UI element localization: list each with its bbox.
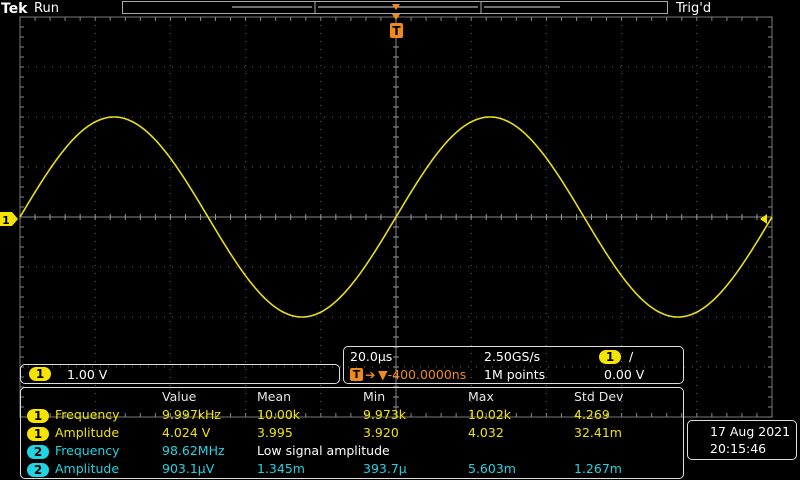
measurement-min: 9.973k — [363, 407, 407, 422]
channel-badge: 2 — [27, 463, 49, 477]
trigger-source-badge: 1 — [599, 350, 621, 364]
record-length: 1M points — [484, 367, 546, 382]
sample-rate: 2.50GS/s — [484, 349, 541, 364]
measurement-name: Frequency — [55, 443, 120, 458]
measurement-std: 32.41m — [574, 425, 622, 440]
timebase-panel[interactable]: 20.0µs 2.50GS/s 1 ∕ T ➔ ▼-400.0000ns 1M … — [343, 346, 684, 384]
horizontal-scale: 20.0µs — [350, 349, 393, 364]
measurement-mean: 1.345m — [257, 461, 305, 476]
header-max: Max — [468, 389, 494, 404]
header-value: Value — [162, 389, 197, 404]
measurement-std: 1.267m — [574, 461, 622, 476]
channel-1-scale-panel[interactable]: 1 1.00 V — [20, 364, 340, 384]
measurement-name: Amplitude — [55, 425, 120, 440]
measurement-value: 4.024 V — [162, 425, 211, 440]
channel-1-marker: 1 — [0, 212, 18, 227]
measurement-std: 4.269 — [574, 407, 610, 422]
trigger-arrow-icon: ➔ — [365, 367, 376, 382]
measurements-panel[interactable]: Value Mean Min Max Std Dev 1 Frequency 9… — [20, 387, 684, 479]
channel-1-badge: 1 — [29, 367, 51, 381]
measurement-name: Frequency — [55, 407, 120, 422]
measurement-max: 4.032 — [468, 425, 504, 440]
channel-1-scale: 1.00 V — [67, 367, 108, 382]
measurement-value: 9.997kHz — [162, 407, 221, 422]
trigger-level: 0.00 V — [604, 367, 645, 382]
trigger-position-icon: T — [350, 368, 363, 381]
measurement-min: 393.7µ — [363, 461, 407, 476]
channel-badge: 2 — [27, 445, 49, 459]
trigger-marker-label: T — [392, 24, 401, 38]
measurement-min: 3.920 — [363, 425, 399, 440]
measurement-max: 10.02k — [468, 407, 512, 422]
time: 20:15:46 — [710, 441, 767, 456]
channel-badge: 1 — [27, 409, 49, 423]
datetime-panel[interactable]: 17 Aug 2021 20:15:46 — [687, 420, 797, 460]
trigger-position: ▼-400.0000ns — [378, 367, 467, 382]
header-min: Min — [363, 389, 386, 404]
measurement-mean: 10.00k — [257, 407, 301, 422]
channel-badge: 1 — [27, 427, 49, 441]
header-mean: Mean — [257, 389, 292, 404]
measurement-name: Amplitude — [55, 461, 120, 476]
channel-1-marker-label: 1 — [2, 214, 10, 227]
trigger-slope-icon: ∕ — [629, 349, 634, 364]
header-std-dev: Std Dev — [574, 389, 624, 404]
measurement-mean: 3.995 — [257, 425, 293, 440]
measurement-note: Low signal amplitude — [257, 443, 390, 458]
trigger-level-marker — [760, 214, 767, 224]
measurement-value: 98.62MHz — [162, 443, 225, 458]
date: 17 Aug 2021 — [710, 424, 791, 439]
measurement-max: 5.603m — [468, 461, 516, 476]
measurement-value: 903.1µV — [162, 461, 215, 476]
